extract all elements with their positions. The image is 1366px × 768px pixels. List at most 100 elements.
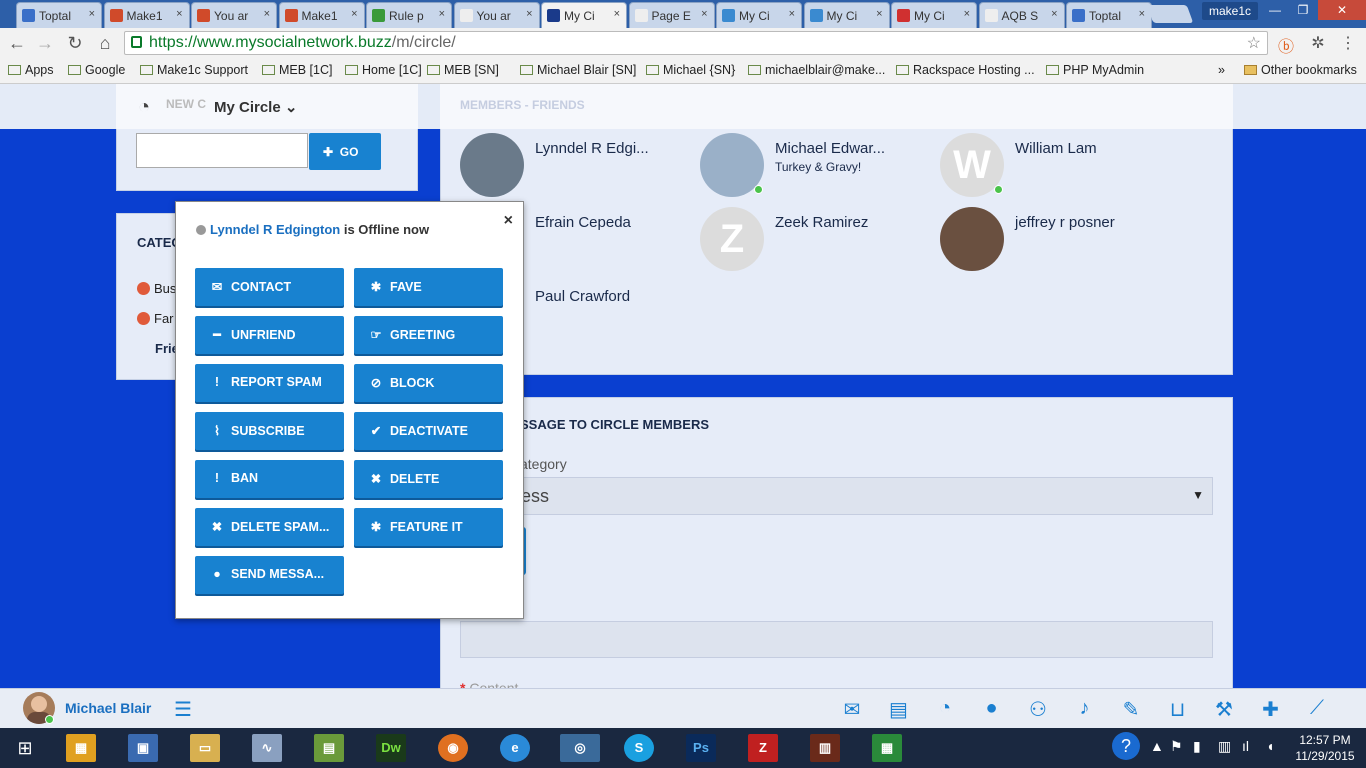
dashboard-icon[interactable]: ◔	[138, 96, 164, 118]
block-button[interactable]: ⊘ BLOCK	[354, 364, 503, 402]
member-name[interactable]: jeffrey r posner	[1015, 214, 1115, 231]
member-avatar[interactable]	[460, 133, 524, 197]
member-avatar[interactable]	[940, 207, 1004, 271]
deactivate-button[interactable]: ✔ DEACTIVATE	[354, 412, 503, 450]
browser-tab[interactable]: You ar ×	[453, 2, 540, 28]
bookmarks-more[interactable]: »	[1218, 63, 1225, 77]
bookmark-item[interactable]: Rackspace Hosting ...	[896, 63, 1035, 77]
browser-tab[interactable]: Rule p ×	[366, 2, 452, 28]
member-item[interactable]: W William Lam	[940, 133, 1170, 197]
envelope-icon[interactable]: ✉	[839, 697, 865, 721]
category-select[interactable]: ess ▼	[460, 477, 1213, 515]
bookmark-item[interactable]: MEB [SN]	[427, 63, 499, 77]
task-manager-icon[interactable]: ∿	[252, 734, 282, 762]
tab-close-icon[interactable]: ×	[789, 8, 795, 20]
subscribe-button[interactable]: ⌇ SUBSCRIBE	[195, 412, 344, 450]
new-tab-button[interactable]	[1146, 5, 1194, 23]
user-icon[interactable]: ●	[979, 697, 1005, 721]
browser-tab[interactable]: Toptal ×	[16, 2, 102, 28]
home-icon[interactable]: ⌂	[94, 32, 116, 54]
bookmark-item[interactable]: Michael {SN}	[646, 63, 735, 77]
forward-icon[interactable]: →	[34, 32, 56, 54]
reload-icon[interactable]: ↻	[64, 32, 86, 54]
tab-close-icon[interactable]: ×	[876, 8, 882, 20]
circle-title[interactable]: My Circle ⌄	[214, 98, 297, 116]
tab-close-icon[interactable]: ×	[701, 8, 707, 20]
category-item[interactable]: Far	[137, 311, 174, 326]
network-icon[interactable]: ▥	[1218, 738, 1231, 755]
delete-spam-button[interactable]: ✖ DELETE SPAM...	[195, 508, 344, 546]
tab-close-icon[interactable]: ×	[176, 8, 182, 20]
bookmark-item[interactable]: Google	[68, 63, 125, 77]
browser-tab[interactable]: My Ci ×	[716, 2, 802, 28]
book-app-icon[interactable]: ▥	[810, 734, 840, 762]
member-name[interactable]: Michael Edwar...	[775, 140, 885, 157]
user-name[interactable]: Michael Blair	[65, 700, 151, 716]
volume-icon[interactable]: ◖	[1266, 738, 1274, 754]
file-explorer-icon[interactable]: ▭	[190, 734, 220, 762]
send-messa-button[interactable]: ● SEND MESSA...	[195, 556, 344, 594]
tray-chevron-icon[interactable]: ▲	[1150, 738, 1164, 754]
chrome-icon[interactable]: ◎	[560, 734, 600, 762]
internet-explorer-icon[interactable]: e	[500, 734, 530, 762]
greeting-button[interactable]: ☞ GREETING	[354, 316, 503, 354]
member-name[interactable]: William Lam	[1015, 140, 1097, 157]
help-icon[interactable]: ?	[1112, 732, 1140, 760]
signal-icon[interactable]: ıl	[1242, 738, 1249, 754]
bookmark-item[interactable]: Make1c Support	[140, 63, 248, 77]
fave-button[interactable]: ✱ FAVE	[354, 268, 503, 306]
tab-close-icon[interactable]: ×	[89, 8, 95, 20]
restore-icon[interactable]: ❐	[1290, 0, 1316, 20]
report-spam-button[interactable]: ! REPORT SPAM	[195, 364, 344, 402]
member-name-link[interactable]: Lynndel R Edgington	[210, 222, 340, 237]
tab-close-icon[interactable]: ×	[264, 8, 270, 20]
bookmark-item[interactable]: michaelblair@make...	[748, 63, 885, 77]
star-icon[interactable]: ☆	[1247, 33, 1261, 53]
subject-input[interactable]	[460, 621, 1213, 658]
browser-tab[interactable]: Make1 ×	[103, 2, 190, 28]
comments-icon[interactable]: ✎	[1118, 697, 1144, 721]
ban-button[interactable]: ! BAN	[195, 460, 344, 498]
browser-tab[interactable]: Page E ×	[628, 2, 715, 28]
tab-close-icon[interactable]: ×	[614, 8, 620, 20]
remove-icon[interactable]	[137, 312, 150, 325]
extension-icon[interactable]: ⓑ	[1276, 33, 1296, 56]
unfriend-button[interactable]: ━ UNFRIEND	[195, 316, 344, 354]
browser-tab[interactable]: You ar ×	[191, 2, 277, 28]
go-button[interactable]: ✚ GO	[309, 133, 381, 170]
member-name[interactable]: Lynndel R Edgi...	[535, 140, 649, 157]
control-panel-icon[interactable]: ▣	[128, 734, 158, 762]
contact-button[interactable]: ✉ CONTACT	[195, 268, 344, 306]
windows-start-icon[interactable]: ⊞	[2, 730, 48, 766]
circle-search-input[interactable]	[136, 133, 308, 168]
bookmark-item[interactable]: MEB [1C]	[262, 63, 333, 77]
menu-icon[interactable]: ⋮	[1338, 33, 1358, 53]
bookmark-item[interactable]: Michael Blair [SN]	[520, 63, 636, 77]
member-name[interactable]: Zeek Ramirez	[775, 214, 868, 231]
system-clock[interactable]: 12:57 PM 11/29/2015	[1290, 732, 1360, 764]
photoshop-icon[interactable]: Ps	[686, 734, 716, 762]
filezilla-icon[interactable]: Z	[748, 734, 778, 762]
magic-wand-icon[interactable]: ⟋	[1304, 697, 1330, 721]
cart-icon[interactable]: ⊔	[1165, 697, 1191, 721]
dashboard-icon[interactable]: ◔	[932, 697, 958, 721]
minimize-icon[interactable]: —	[1262, 0, 1288, 20]
browser-tab[interactable]: Toptal ×	[1066, 2, 1152, 28]
chart-app-icon[interactable]: ▤	[314, 734, 344, 762]
profile-button[interactable]: make1c	[1202, 2, 1258, 20]
member-name[interactable]: Paul Crawford	[535, 288, 630, 305]
display-icon[interactable]: ▮	[1193, 738, 1201, 755]
member-item[interactable]: jeffrey r posner	[940, 207, 1170, 271]
close-icon[interactable]: ×	[504, 212, 513, 230]
browser-tab[interactable]: My Ci ×	[541, 2, 627, 28]
delete-button[interactable]: ✖ DELETE	[354, 460, 503, 498]
users-icon[interactable]: ⚇	[1025, 697, 1051, 721]
skype-icon[interactable]: S	[624, 734, 654, 762]
address-bar[interactable]: https://www.mysocialnetwork.buzz/m/circl…	[124, 31, 1268, 55]
member-avatar[interactable]: Z	[700, 207, 764, 271]
feature-it-button[interactable]: ✱ FEATURE IT	[354, 508, 503, 546]
back-icon[interactable]: ←	[6, 32, 28, 54]
browser-tab[interactable]: Make1 ×	[278, 2, 365, 28]
wrench-icon[interactable]: ⚒	[1211, 697, 1237, 721]
browser-tab[interactable]: My Ci ×	[803, 2, 890, 28]
